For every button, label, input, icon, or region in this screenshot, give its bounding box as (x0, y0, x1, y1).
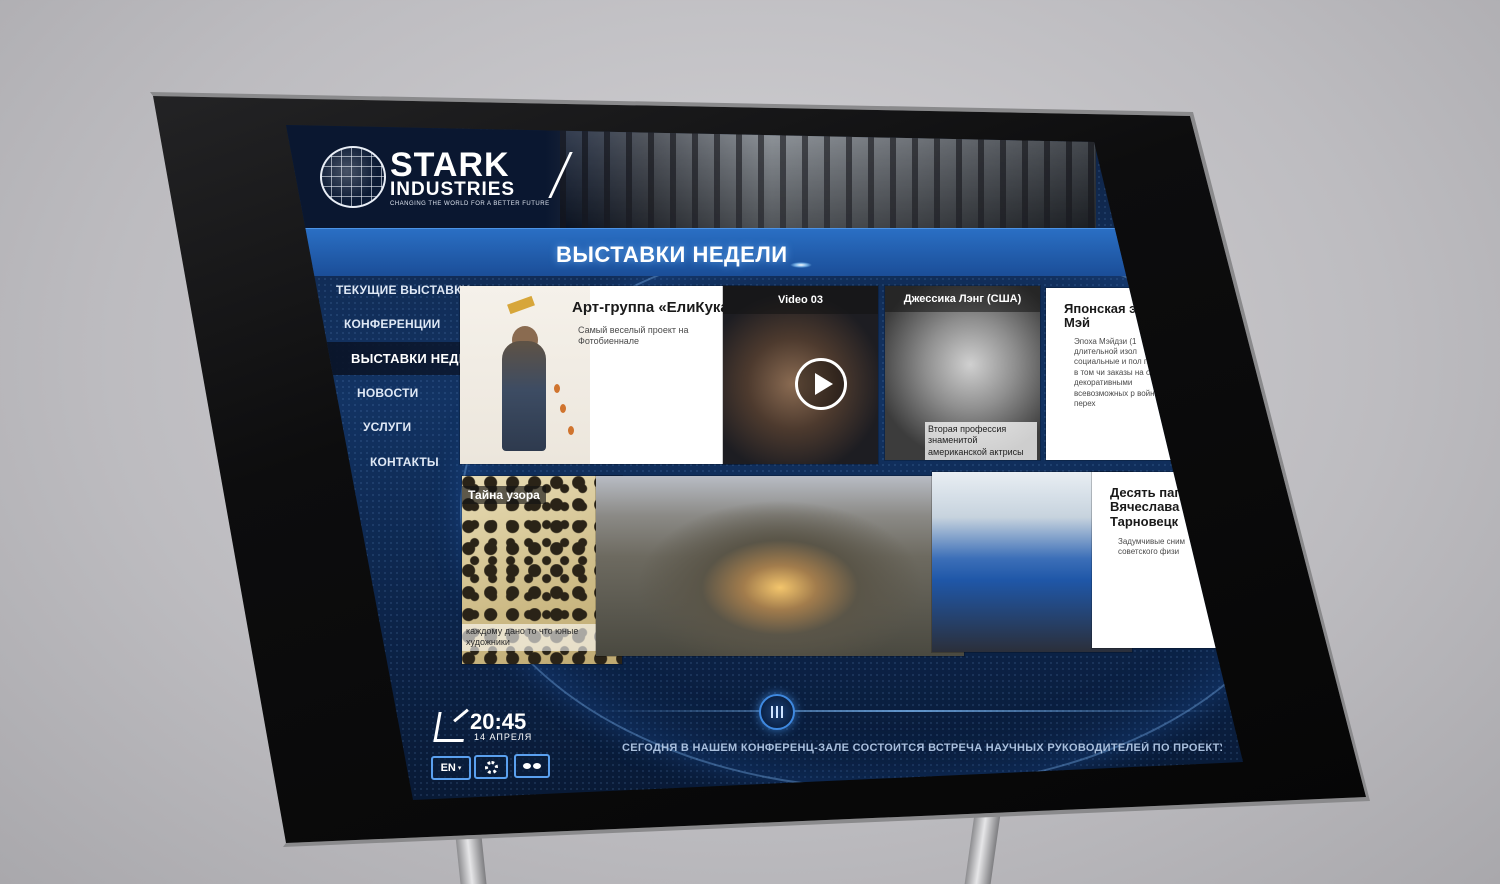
clock-date: 14 АПРЕЛЯ (474, 732, 533, 742)
title-flare (790, 262, 812, 268)
video-header: Video 03 (723, 286, 878, 314)
header-crowd-image (560, 128, 1095, 228)
nav-item-contacts[interactable]: КОНТАКТЫ (370, 455, 439, 469)
art-group-title: Арт-группа «ЕлиКука» (572, 299, 738, 316)
tile-art-group[interactable]: Арт-группа «ЕлиКука» Самый веселый проек… (460, 286, 751, 464)
tile-jessica-lange[interactable]: Джессика Лэнг (США) Вторая профессия зна… (885, 286, 1040, 460)
logo-stark: STARK (390, 145, 510, 184)
scroll-knob-icon (771, 706, 773, 718)
paint-drip (554, 384, 560, 393)
gear-icon (484, 760, 498, 774)
lens-left (523, 763, 531, 769)
language-button[interactable]: EN ▾ (431, 756, 471, 780)
logo-tagline: CHANGING THE WORLD FOR A BETTER FUTURE (390, 200, 550, 207)
art-group-photo (460, 286, 590, 464)
hammer-icon (507, 295, 535, 315)
clock-icon (433, 712, 469, 742)
person-figure (502, 341, 546, 451)
scroll-knob-icon (781, 706, 783, 718)
jessica-caption: Вторая профессия знаменитой американской… (925, 422, 1037, 460)
news-ticker: СЕГОДНЯ В НАШЕМ КОНФЕРЕНЦ-ЗАЛЕ СОСТОИТСЯ… (622, 742, 1222, 754)
accessibility-button[interactable] (514, 754, 550, 778)
play-icon (814, 373, 833, 395)
aerial-photo (596, 476, 964, 656)
glasses-icon (523, 763, 541, 769)
pattern-caption: каждому дано то что юные художники (462, 624, 612, 651)
lens-right (533, 763, 541, 769)
language-label: EN (440, 762, 456, 774)
art-group-subtitle: Самый веселый проект на Фотобиеннале (578, 324, 689, 347)
nav-item-current-exhibitions[interactable]: ТЕКУЩИЕ ВЫСТАВКИ (336, 283, 470, 297)
chevron-down-icon: ▾ (457, 765, 462, 772)
nav-item-news[interactable]: НОВОСТИ (357, 386, 418, 400)
footer-divider (595, 710, 1225, 712)
paint-drip (560, 404, 566, 413)
art-group-text: Арт-группа «ЕлиКука» Самый веселый проек… (572, 299, 742, 348)
stark-logo[interactable]: STARK INDUSTRIES CHANGING THE WORLD FOR … (320, 145, 573, 208)
play-button[interactable] (795, 358, 847, 410)
scroll-knob-icon (776, 706, 778, 718)
tile-aerial-expo[interactable] (596, 476, 964, 656)
jessica-header: Джессика Лэнг (США) (885, 286, 1040, 312)
settings-button[interactable] (474, 755, 508, 779)
scroll-knob[interactable] (759, 694, 795, 730)
paint-drip (568, 426, 574, 435)
page-title: ВЫСТАВКИ НЕДЕЛИ (556, 242, 788, 267)
tile-video[interactable]: Video 03 (723, 286, 878, 464)
nav-item-services[interactable]: УСЛУГИ (363, 420, 411, 434)
globe-icon (320, 146, 386, 208)
pattern-header: Тайна узора (462, 486, 546, 504)
nav-item-conferences[interactable]: КОНФЕРЕНЦИИ (344, 317, 440, 331)
